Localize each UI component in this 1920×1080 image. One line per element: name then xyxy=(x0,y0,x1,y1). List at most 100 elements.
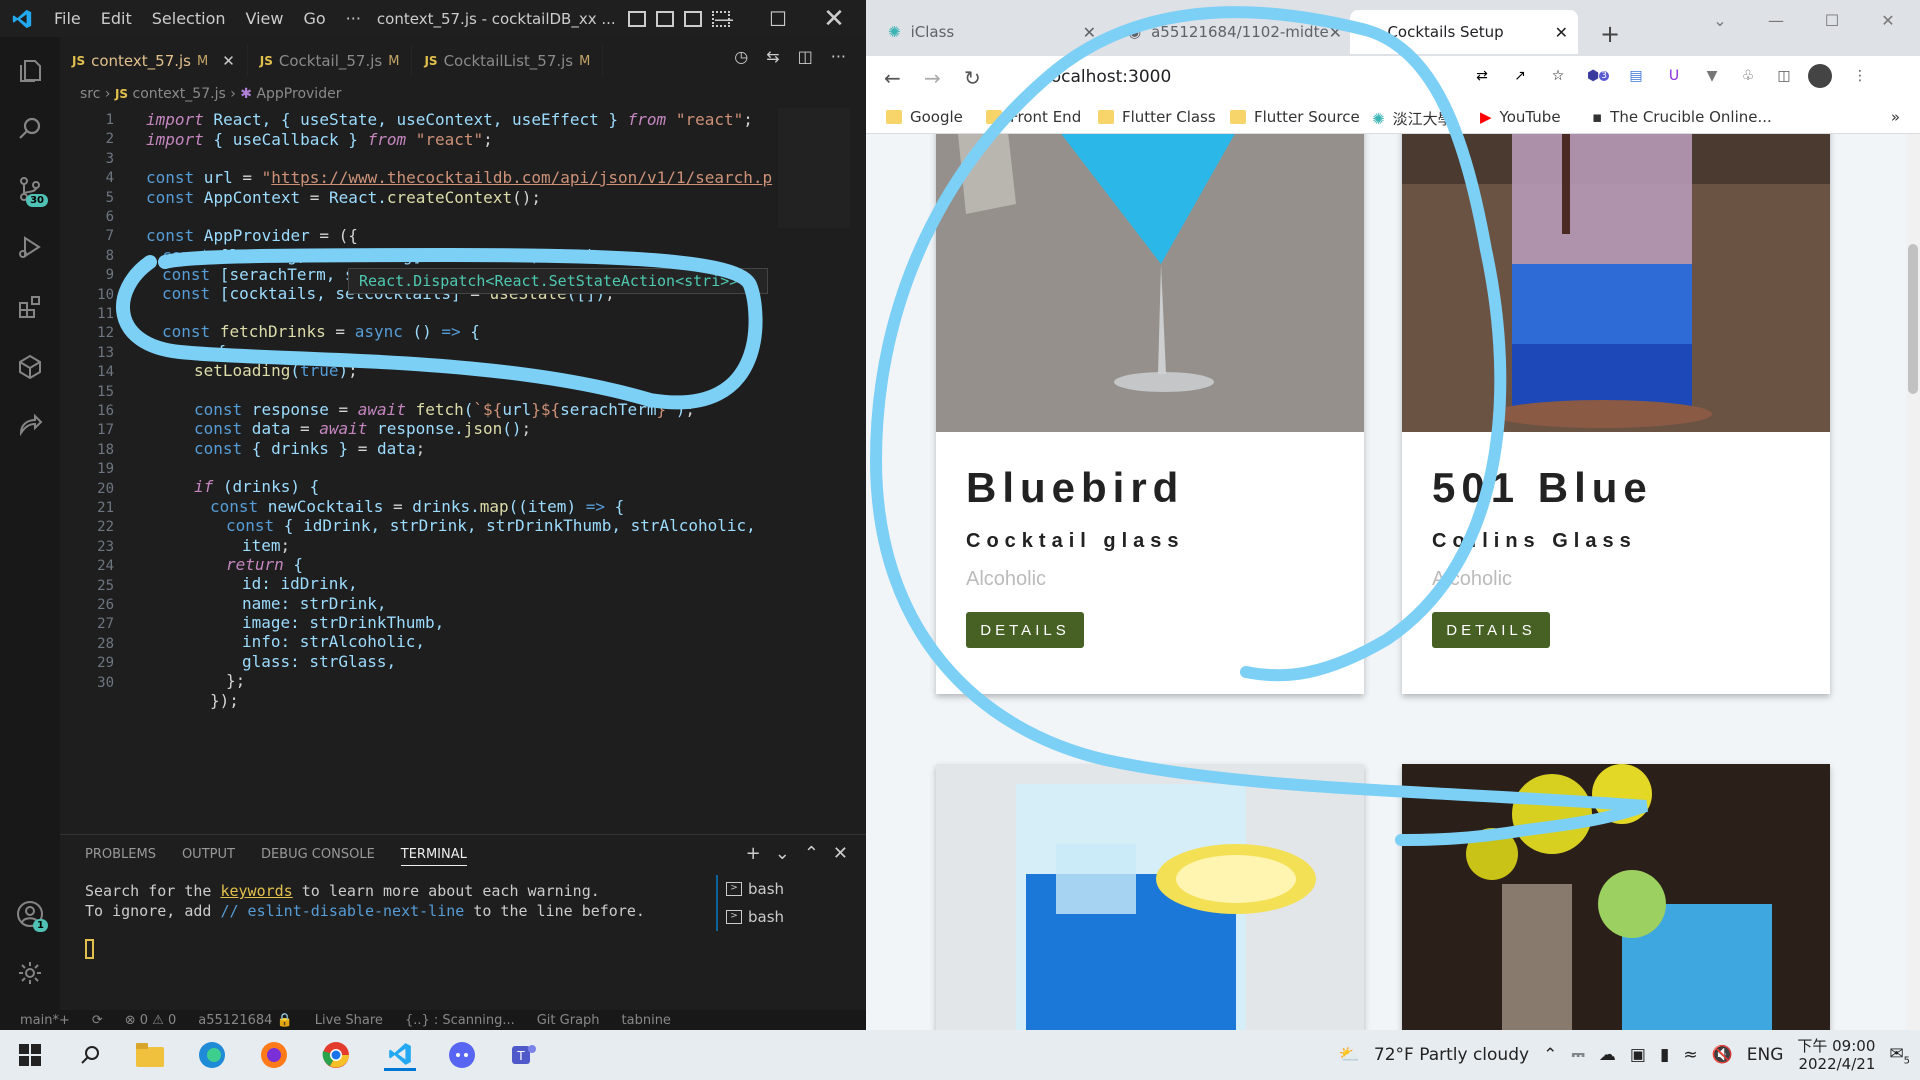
details-button[interactable]: DETAILS xyxy=(1432,612,1550,648)
bookmark-flutter-class[interactable]: Flutter Class xyxy=(1098,108,1216,126)
maximize-panel-icon[interactable]: ⌃ xyxy=(804,843,819,864)
source-control-icon[interactable]: 30 xyxy=(10,169,50,209)
back-icon[interactable]: ← xyxy=(884,66,901,90)
timeline-icon[interactable]: ◷ xyxy=(734,47,748,66)
toggle-primary-sidebar-icon[interactable] xyxy=(627,10,646,27)
terminal-output[interactable]: Search for the keywords to learn more ab… xyxy=(85,881,645,921)
live-share-status[interactable]: Live Share xyxy=(315,1013,383,1028)
vscode-taskbar-icon[interactable] xyxy=(384,1039,416,1071)
breadcrumb-symbol[interactable]: AppProvider xyxy=(256,86,341,102)
menu-go[interactable]: Go xyxy=(293,0,335,37)
terminal-link[interactable]: keywords xyxy=(220,882,292,900)
display-icon[interactable]: ▣ xyxy=(1630,1045,1646,1065)
extension-hexagon-icon[interactable]: ⬢ 3 xyxy=(1586,64,1610,88)
bookmark-google[interactable]: Google xyxy=(886,108,963,126)
translate-icon[interactable]: ⇄ xyxy=(1470,64,1494,88)
git-branch[interactable]: main*+ xyxy=(20,1013,70,1028)
code-editor[interactable]: 1 2 3 4 5 6 7 8 9 10 11 12 13 14 15 16 17 18 19 20 21 22 23 24 2… xyxy=(60,108,780,828)
live-share-icon[interactable] xyxy=(10,405,50,445)
close-tab-icon[interactable]: ✕ xyxy=(1083,23,1096,42)
new-tab-icon[interactable]: + xyxy=(1600,20,1620,48)
git-graph-button[interactable]: Git Graph xyxy=(537,1013,600,1028)
breadcrumb-file[interactable]: context_57.js xyxy=(133,86,226,102)
bookmark-crucible[interactable]: ▪ The Crucible Online... xyxy=(1592,108,1772,126)
battery-icon[interactable]: ▮ xyxy=(1660,1045,1669,1065)
close-tab-icon[interactable]: ✕ xyxy=(222,52,235,70)
minimap[interactable] xyxy=(778,108,850,228)
language-indicator[interactable]: ENG xyxy=(1747,1045,1784,1065)
tray-device-icon[interactable]: ⎓ xyxy=(1571,1045,1585,1065)
translator-extension-icon[interactable]: ▤ xyxy=(1624,64,1648,88)
toggle-secondary-sidebar-icon[interactable] xyxy=(683,10,702,27)
close-window-button[interactable]: ✕ xyxy=(810,0,858,37)
problems-count[interactable]: ⊗ 0 ⚠ 0 xyxy=(125,1013,177,1028)
browser-tab-github[interactable]: ◉ a55121684/1102-midte ✕ xyxy=(1114,10,1352,54)
reload-icon[interactable]: ↻ xyxy=(964,66,981,90)
browser-tab-cocktails[interactable]: ⚛ Cocktails Setup ✕ xyxy=(1350,10,1578,54)
address-bar[interactable]: localhost:3000 xyxy=(1006,60,1486,94)
menu-edit[interactable]: Edit xyxy=(91,0,142,37)
notification-icon[interactable]: ✉5 xyxy=(1889,1044,1910,1066)
breadcrumb-folder[interactable]: src xyxy=(80,86,100,102)
close-tab-icon[interactable]: ✕ xyxy=(1555,23,1568,42)
bookmark-star-icon[interactable]: ☆ xyxy=(1546,64,1570,88)
terminal-item[interactable]: > bash xyxy=(726,903,784,931)
bookmark-youtube[interactable]: ▶ YouTube xyxy=(1480,108,1561,126)
teams-icon[interactable]: T xyxy=(508,1039,540,1071)
onedrive-icon[interactable]: ☁ xyxy=(1599,1045,1616,1065)
side-panel-icon[interactable]: ◫ xyxy=(1772,64,1796,88)
sync-icon[interactable]: ⟳ xyxy=(92,1013,103,1028)
minimize-button[interactable]: — xyxy=(700,0,748,37)
weather-text[interactable]: 72°F Partly cloudy xyxy=(1374,1045,1529,1065)
vue-devtools-icon[interactable]: ▼ xyxy=(1700,64,1724,88)
wifi-icon[interactable]: ≈ xyxy=(1683,1045,1697,1065)
git-user[interactable]: a55121684 🔒 xyxy=(198,1013,292,1028)
explorer-icon[interactable] xyxy=(10,51,50,91)
bookmark-front-end[interactable]: Front End xyxy=(986,108,1081,126)
browser-tab-iclass[interactable]: ✺ iClass ✕ xyxy=(874,10,1106,54)
clock[interactable]: 下午 09:00 2022/4/21 xyxy=(1797,1037,1875,1073)
menu-more[interactable]: ··· xyxy=(336,0,371,37)
accounts-icon[interactable]: 1 xyxy=(10,894,50,934)
toggle-panel-icon[interactable] xyxy=(655,10,674,27)
menu-view[interactable]: View xyxy=(236,0,294,37)
tab-terminal[interactable]: TERMINAL xyxy=(400,847,467,866)
profile-avatar[interactable] xyxy=(1808,64,1832,88)
tab-search-icon[interactable]: ⌄ xyxy=(1690,0,1750,40)
remote-explorer-icon[interactable] xyxy=(10,347,50,387)
search-icon[interactable] xyxy=(74,1039,106,1071)
volume-mute-icon[interactable]: 🔇 xyxy=(1712,1045,1733,1065)
discord-icon[interactable] xyxy=(446,1039,478,1071)
share-icon[interactable]: ↗ xyxy=(1508,64,1532,88)
close-window-button[interactable]: ✕ xyxy=(1858,0,1918,40)
run-debug-icon[interactable] xyxy=(10,227,50,267)
tab-debug-console[interactable]: DEBUG CONSOLE xyxy=(261,847,375,866)
chevron-up-icon[interactable]: ⌃ xyxy=(1543,1045,1557,1065)
menu-kebab-icon[interactable]: ⋮ xyxy=(1848,64,1872,88)
scanning-status[interactable]: {..} : Scanning... xyxy=(405,1013,515,1028)
extensions-puzzle-icon[interactable]: ♧ xyxy=(1736,64,1760,88)
settings-gear-icon[interactable] xyxy=(10,953,50,993)
tab-output[interactable]: OUTPUT xyxy=(182,847,235,866)
extensions-icon[interactable] xyxy=(10,287,50,327)
file-explorer-icon[interactable] xyxy=(134,1039,166,1071)
tab-cocktail-list[interactable]: JS CocktailList_57.js M xyxy=(412,45,604,77)
tab-context[interactable]: JS context_57.js M ✕ xyxy=(60,45,248,77)
bookmark-tku[interactable]: ✺ 淡江大學 xyxy=(1372,108,1453,129)
tab-cocktail[interactable]: JS Cocktail_57.js M xyxy=(248,45,413,77)
tab-problems[interactable]: PROBLEMS xyxy=(85,847,156,866)
edge-icon[interactable] xyxy=(196,1039,228,1071)
details-button[interactable]: DETAILS xyxy=(966,612,1084,648)
menu-selection[interactable]: Selection xyxy=(142,0,236,37)
u-extension-icon[interactable]: U xyxy=(1662,64,1686,88)
close-panel-icon[interactable]: ✕ xyxy=(833,843,848,864)
tabnine-status[interactable]: tabnine xyxy=(622,1013,671,1028)
more-bookmarks-icon[interactable]: » xyxy=(1891,108,1900,126)
firefox-icon[interactable] xyxy=(258,1039,290,1071)
close-tab-icon[interactable]: ✕ xyxy=(1329,23,1342,42)
forward-icon[interactable]: → xyxy=(924,66,941,90)
chrome-icon[interactable] xyxy=(320,1039,352,1071)
menu-file[interactable]: File xyxy=(44,0,91,37)
windows-start-icon[interactable] xyxy=(14,1039,46,1071)
page-scrollbar[interactable] xyxy=(1906,134,1920,1030)
